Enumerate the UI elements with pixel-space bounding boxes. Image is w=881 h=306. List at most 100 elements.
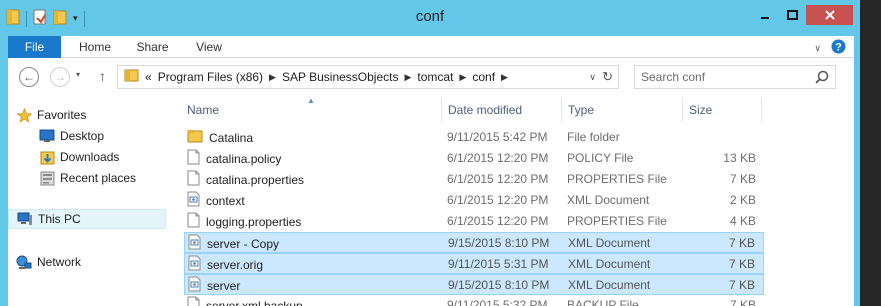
file-name-cell: server.xml.backup — [187, 295, 303, 306]
file-size: 7 KB — [728, 278, 755, 292]
file-row[interactable]: server.orig 9/11/2015 5:31 PM XML Document… — [184, 253, 764, 274]
xml-file-icon — [188, 276, 201, 295]
chevron-down-icon[interactable]: ∨ — [589, 72, 596, 83]
file-row[interactable]: server - Copy 9/15/2015 8:10 PM XML Docume… — [184, 232, 764, 253]
breadcrumb-overflow[interactable]: « — [145, 70, 152, 84]
search-box — [634, 65, 836, 89]
file-type: XML Document — [568, 257, 651, 271]
chevron-right-icon[interactable]: ▶ — [459, 72, 466, 83]
desktop-icon — [39, 128, 55, 144]
tab-share[interactable]: Share — [130, 36, 175, 58]
nav-item-desktop[interactable]: Desktop — [39, 126, 104, 146]
xml-file-icon — [188, 234, 201, 253]
file-date: 6/1/2015 12:20 PM — [447, 151, 549, 165]
nav-item-this-pc[interactable]: This PC — [8, 209, 166, 229]
breadcrumb-item[interactable]: tomcat — [417, 70, 453, 84]
tab-home[interactable]: Home — [70, 36, 120, 58]
nav-item-favorites[interactable]: Favorites — [16, 105, 86, 125]
nav-label: Favorites — [37, 108, 87, 122]
file-type: XML Document — [568, 278, 651, 292]
nav-label: Desktop — [60, 129, 105, 143]
file-type: POLICY File — [567, 151, 634, 165]
help-icon[interactable]: ? — [831, 39, 846, 57]
file-icon — [187, 212, 200, 231]
file-name: logging.properties — [206, 214, 302, 229]
column-header-size[interactable]: Size — [683, 98, 762, 122]
window-title: conf — [415, 8, 445, 25]
file-size: 4 KB — [729, 214, 756, 228]
file-name: context — [206, 193, 245, 208]
file-date: 6/1/2015 12:20 PM — [447, 214, 549, 228]
chevron-right-icon[interactable]: ▶ — [404, 72, 411, 83]
file-date: 9/15/2015 8:10 PM — [448, 236, 550, 250]
tab-file[interactable]: File — [8, 36, 61, 58]
file-size: 7 KB — [728, 257, 755, 271]
recent-places-icon — [39, 170, 55, 186]
close-button[interactable] — [806, 5, 853, 25]
explorer-window: ▾ conf File Home Share View ∨ ? ← → ▾ ↑ — [0, 0, 860, 306]
file-row[interactable]: logging.properties 6/1/2015 12:20 PM PROPE… — [184, 211, 764, 232]
breadcrumb-item[interactable]: SAP BusinessObjects — [282, 70, 399, 84]
file-row[interactable]: Catalina 9/11/2015 5:42 PM File folder — [184, 127, 764, 148]
ribbon-controls: ∨ ? — [814, 39, 846, 57]
file-date: 9/11/2015 5:31 PM — [448, 257, 549, 271]
maximize-button[interactable] — [779, 5, 805, 25]
file-type: BACKUP File — [567, 298, 639, 306]
file-name-cell: catalina.properties — [187, 169, 304, 190]
file-size: 7 KB — [729, 298, 756, 306]
navigation-bar: ← → ▾ ↑ « Program Files (x86) ▶ SAP Busi… — [8, 58, 854, 96]
file-type: XML Document — [568, 236, 651, 250]
tab-view[interactable]: View — [188, 36, 230, 58]
back-button[interactable]: ← — [19, 67, 39, 87]
ribbon-tabs: File Home Share View ∨ ? — [8, 36, 854, 58]
nav-item-downloads[interactable]: Downloads — [39, 147, 119, 167]
file-name-cell: catalina.policy — [187, 148, 281, 169]
folder-icon — [187, 129, 203, 146]
network-icon — [16, 254, 32, 270]
file-size: 13 KB — [723, 151, 756, 165]
chevron-right-icon[interactable]: ▶ — [269, 72, 276, 83]
breadcrumb-item[interactable]: conf — [472, 70, 495, 84]
star-icon — [16, 107, 32, 123]
address-bar[interactable]: « Program Files (x86) ▶ SAP BusinessObje… — [117, 65, 619, 89]
file-name: Catalina — [209, 130, 254, 145]
nav-label: Downloads — [60, 150, 120, 164]
recent-locations-icon[interactable]: ▾ — [76, 70, 80, 79]
file-icon — [187, 170, 200, 189]
up-arrow-icon[interactable]: ↑ — [99, 68, 106, 84]
forward-button[interactable]: → — [50, 67, 70, 87]
column-header-date-modified[interactable]: Date modified — [442, 98, 562, 122]
desktop-background — [860, 0, 881, 306]
file-date: 9/11/2015 5:42 PM — [447, 130, 548, 144]
minimize-button[interactable] — [752, 5, 778, 25]
chevron-right-icon[interactable]: ▶ — [501, 72, 508, 83]
nav-item-network[interactable]: Network — [16, 252, 81, 272]
nav-item-recent-places[interactable]: Recent places — [39, 168, 136, 188]
file-row[interactable]: server 9/15/2015 8:10 PM XML Document 7 KB — [184, 274, 764, 295]
file-row[interactable]: catalina.policy 6/1/2015 12:20 PM POLICY F… — [184, 148, 764, 169]
search-icon[interactable] — [815, 70, 829, 87]
downloads-folder-icon — [39, 149, 55, 165]
file-size: 7 KB — [729, 172, 756, 186]
column-header-name[interactable]: Name — [184, 98, 442, 122]
file-date: 9/11/2015 5:32 PM — [447, 298, 548, 306]
xml-file-icon — [188, 255, 201, 274]
file-name-cell: logging.properties — [187, 211, 301, 232]
file-row[interactable]: server.xml.backup 9/11/2015 5:32 PM BACKUP… — [184, 295, 764, 306]
search-input[interactable] — [636, 67, 806, 87]
xml-file-icon — [187, 191, 200, 210]
file-name-cell: server.orig — [188, 254, 263, 275]
navigation-pane: Favorites Desktop Downloads Recent place… — [8, 96, 170, 306]
folder-icon — [124, 68, 139, 86]
expand-ribbon-icon[interactable]: ∨ — [814, 43, 821, 54]
breadcrumb-item[interactable]: Program Files (x86) — [158, 70, 263, 84]
file-name-cell: context — [187, 190, 245, 211]
file-name: server - Copy — [207, 236, 280, 251]
file-type: XML Document — [567, 193, 650, 207]
column-header-type[interactable]: Type — [562, 98, 683, 122]
file-name: server — [207, 278, 241, 293]
file-row[interactable]: context 6/1/2015 12:20 PM XML Document 2 KB — [184, 190, 764, 211]
refresh-icon[interactable]: ↻ — [602, 69, 613, 85]
file-date: 9/15/2015 8:10 PM — [448, 278, 550, 292]
file-row[interactable]: catalina.properties 6/1/2015 12:20 PM PROP… — [184, 169, 764, 190]
